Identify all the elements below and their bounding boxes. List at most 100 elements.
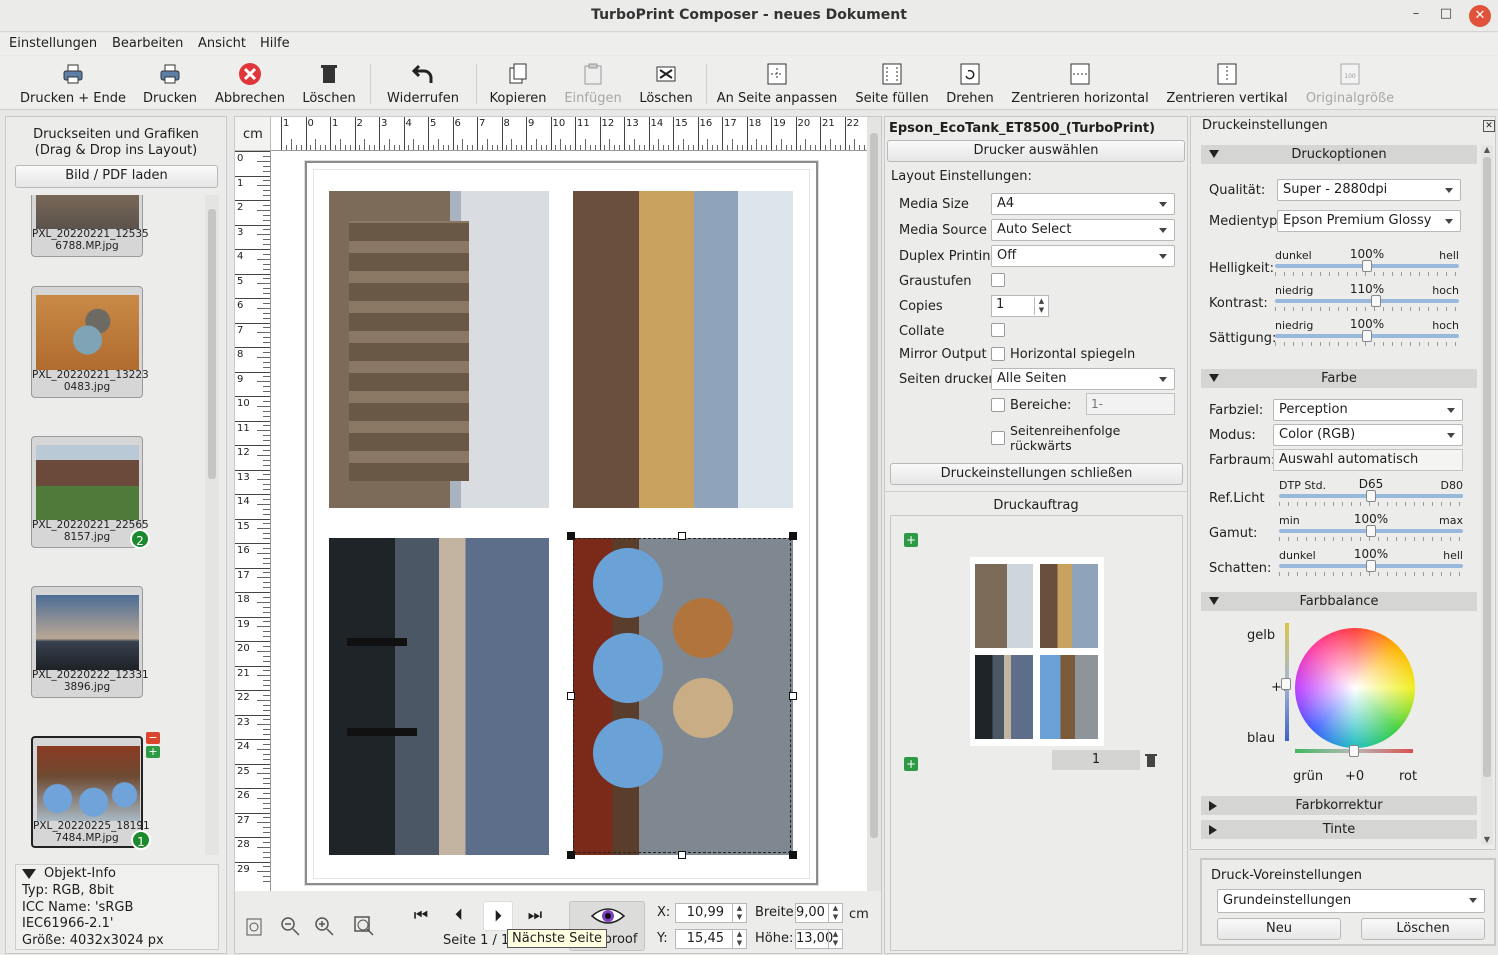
color-target-select[interactable]: Perception: [1273, 399, 1463, 421]
section-ink[interactable]: Tinte: [1201, 820, 1477, 839]
height-input[interactable]: 13,00 ▲ ▼: [795, 929, 843, 949]
menu-hilfe[interactable]: Hilfe: [260, 36, 290, 51]
mirror-checkbox[interactable]: [991, 347, 1005, 361]
thumbnail-item-selected[interactable]: PXL_20220225_18191 7484.MP.jpg 1: [31, 736, 151, 850]
quality-select[interactable]: Super - 2880dpi: [1277, 179, 1461, 201]
cancel-button[interactable]: Abbrechen: [210, 56, 290, 110]
reverse-order-checkbox[interactable]: [991, 431, 1005, 445]
collapse-icon[interactable]: [22, 869, 36, 879]
layout-canvas[interactable]: [271, 151, 867, 891]
resize-handle[interactable]: [567, 691, 575, 700]
slider-knob[interactable]: [1362, 330, 1372, 342]
resize-handle[interactable]: [789, 691, 797, 700]
slider-track[interactable]: [1275, 299, 1459, 303]
paste-button[interactable]: Einfügen: [558, 56, 628, 110]
layout-photo-1[interactable]: [329, 191, 549, 508]
thumbnail-item[interactable]: PXL_20220221_13223 0483.jpg: [31, 286, 149, 398]
menu-bearbeiten[interactable]: Bearbeiten: [112, 36, 183, 51]
scrollbar-thumb[interactable]: [870, 133, 878, 838]
section-color-balance[interactable]: Farbbalance: [1201, 592, 1477, 611]
center-horizontal-button[interactable]: Zentrieren horizontal: [1006, 56, 1154, 110]
x-position-input[interactable]: 10,99 ▲ ▼: [675, 903, 747, 923]
presets-select[interactable]: Grundeinstellungen: [1217, 889, 1485, 913]
add-to-layout-icon[interactable]: +: [146, 746, 160, 758]
canvas-vscroll[interactable]: [867, 117, 881, 891]
layout-photo-4[interactable]: [573, 538, 793, 855]
section-color-correction[interactable]: Farbkorrektur: [1201, 796, 1477, 815]
slider-knob[interactable]: [1371, 295, 1382, 307]
remove-button[interactable]: Löschen: [634, 56, 698, 110]
resize-handle[interactable]: [789, 851, 797, 859]
fit-to-page-button[interactable]: An Seite anpassen: [712, 56, 842, 110]
resize-handle[interactable]: [567, 851, 575, 859]
previous-page-icon[interactable]: ⏴: [447, 905, 471, 929]
trash-icon[interactable]: [1145, 753, 1157, 767]
menu-ansicht[interactable]: Ansicht: [198, 36, 246, 51]
settings-scrollbar[interactable]: ▲ ▼: [1481, 145, 1493, 845]
color-mode-select[interactable]: Color (RGB): [1273, 424, 1463, 446]
close-icon[interactable]: ✕: [1483, 120, 1495, 132]
close-settings-button[interactable]: Druckeinstellungen schließen: [890, 463, 1183, 485]
rotate-button[interactable]: Drehen: [940, 56, 1000, 110]
resize-handle[interactable]: [678, 532, 686, 540]
zoom-page-icon[interactable]: [243, 915, 265, 937]
pages-select[interactable]: Alle Seiten: [991, 368, 1175, 390]
width-input[interactable]: 9,00 ▲ ▼: [795, 903, 843, 923]
delete-button[interactable]: Löschen: [298, 56, 360, 110]
minimize-button[interactable]: –: [1405, 6, 1427, 26]
slider-knob[interactable]: [1366, 525, 1376, 537]
menu-einstellungen[interactable]: Einstellungen: [9, 36, 97, 51]
resize-handle[interactable]: [789, 532, 797, 540]
media-size-select[interactable]: A4: [991, 193, 1175, 215]
slider-knob[interactable]: [1366, 490, 1376, 502]
resize-handle[interactable]: [678, 851, 686, 859]
color-wheel[interactable]: [1295, 628, 1415, 748]
scroll-up-icon[interactable]: ▲: [1482, 145, 1492, 154]
scroll-down-icon[interactable]: ▼: [1482, 835, 1492, 844]
media-type-select[interactable]: Epson Premium Glossy: [1277, 210, 1461, 232]
grayscale-checkbox[interactable]: [991, 273, 1005, 287]
load-image-button[interactable]: Bild / PDF laden: [15, 165, 218, 188]
job-page-thumbnail[interactable]: [970, 557, 1104, 746]
copy-button[interactable]: Kopieren: [484, 56, 552, 110]
thumbnail-item[interactable]: PXL_20220221_22565 8157.jpg 2: [31, 436, 150, 549]
green-red-knob[interactable]: [1349, 745, 1359, 757]
add-page-icon[interactable]: +: [904, 757, 918, 771]
layout-photo-3[interactable]: [329, 538, 549, 855]
duplex-select[interactable]: Off: [991, 245, 1175, 267]
first-page-icon[interactable]: ⏮: [409, 905, 433, 929]
scrollbar-thumb[interactable]: [208, 209, 216, 479]
close-button[interactable]: ✕: [1469, 5, 1491, 27]
section-color[interactable]: Farbe: [1201, 369, 1477, 388]
thumbnail-item[interactable]: PXL_20220221_12535 6788.MP.jpg: [31, 195, 149, 257]
maximize-button[interactable]: □: [1435, 6, 1457, 26]
fill-page-button[interactable]: Seite füllen: [850, 56, 934, 110]
undo-button[interactable]: Widerrufen: [380, 56, 466, 110]
ranges-input[interactable]: [1086, 393, 1175, 415]
thumbnail-item[interactable]: PXL_20220222_12331 3896.jpg: [31, 586, 149, 698]
select-printer-button[interactable]: Drucker auswählen: [887, 140, 1185, 162]
yellow-blue-knob[interactable]: [1281, 678, 1291, 690]
zoom-in-icon[interactable]: [313, 915, 335, 937]
original-size-button[interactable]: 100 Originalgröße: [1300, 56, 1400, 110]
media-source-select[interactable]: Auto Select: [991, 219, 1175, 241]
scrollbar-thumb[interactable]: [1483, 157, 1491, 777]
zoom-fit-icon[interactable]: [353, 915, 375, 937]
add-page-icon[interactable]: +: [904, 533, 918, 547]
slider-knob[interactable]: [1362, 260, 1372, 272]
next-page-icon[interactable]: ⏵: [483, 901, 513, 931]
copies-input[interactable]: 1 ▲ ▼: [991, 295, 1049, 317]
layout-photo-2[interactable]: [573, 191, 793, 508]
thumbnail-scrollbar[interactable]: [205, 195, 219, 855]
section-print-options[interactable]: Druckoptionen: [1201, 145, 1477, 164]
collate-checkbox[interactable]: [991, 323, 1005, 337]
delete-preset-button[interactable]: Löschen: [1361, 918, 1485, 940]
slider-knob[interactable]: [1366, 560, 1376, 572]
zoom-out-icon[interactable]: [279, 915, 301, 937]
last-page-icon[interactable]: ⏭: [523, 905, 547, 929]
remove-from-layout-icon[interactable]: −: [146, 732, 160, 744]
y-position-input[interactable]: 15,45 ▲ ▼: [675, 929, 747, 949]
ranges-checkbox[interactable]: [991, 398, 1005, 412]
print-button[interactable]: Drucken: [138, 56, 202, 110]
new-preset-button[interactable]: Neu: [1217, 918, 1341, 940]
